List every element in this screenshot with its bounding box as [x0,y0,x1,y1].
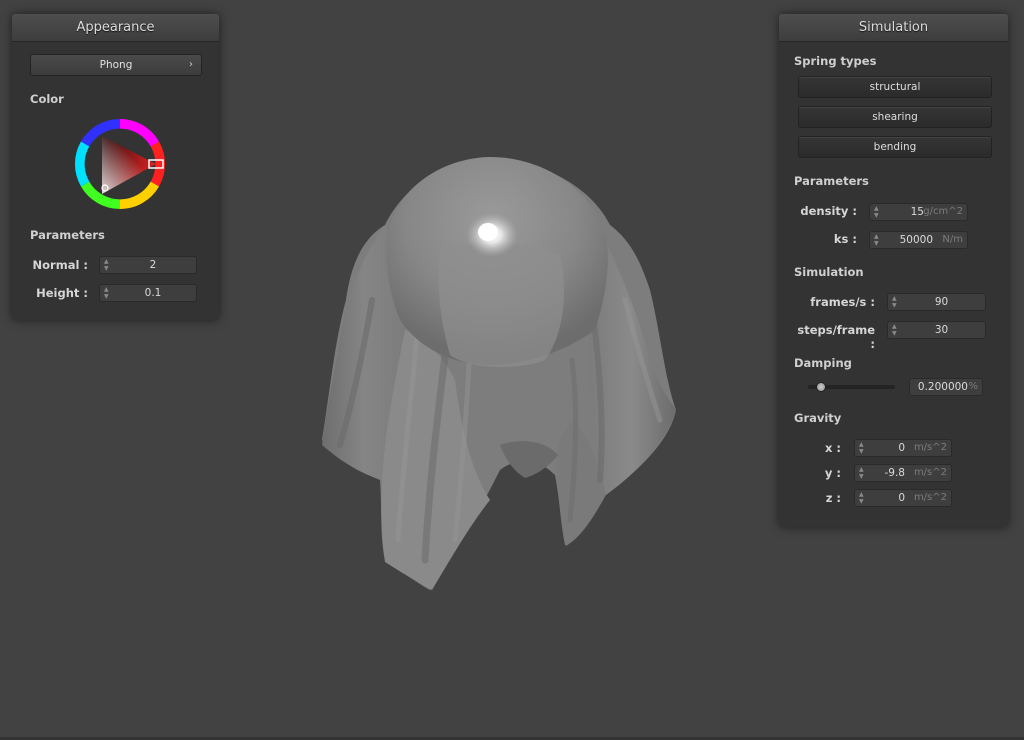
height-label: Height : [36,286,88,300]
density-input[interactable]: ▲ ▼ 15 g/cm^2 [869,203,968,221]
steps-per-frame-input[interactable]: ▲ ▼ 30 [887,321,986,339]
frames-per-second-value: 90 [934,296,949,308]
color-wheel[interactable] [72,116,168,212]
steps-per-frame-label: steps/frame : [797,323,875,351]
gravity-y-unit: m/s^2 [913,467,947,478]
gravity-z-input[interactable]: ▲ ▼ 0 m/s^2 [854,489,952,507]
gravity-x-input[interactable]: ▲ ▼ 0 m/s^2 [854,439,952,457]
shader-dropdown[interactable]: Phong › [30,54,202,76]
density-label: density : [800,204,857,218]
damping-value: 0.200000 [917,381,968,393]
bending-toggle[interactable]: bending [798,136,992,158]
spinner-icon[interactable]: ▲ ▼ [874,233,879,247]
gravity-x-unit: m/s^2 [913,442,947,453]
damping-label: Damping [794,356,852,370]
appearance-panel-title: Appearance [12,14,219,42]
spinner-icon[interactable]: ▲ ▼ [859,441,864,455]
density-value: 15 [910,206,924,218]
gravity-y-label: y : [824,466,841,480]
shader-dropdown-value: Phong [99,59,133,71]
chevron-right-icon: › [189,59,193,70]
spinner-icon[interactable]: ▲ ▼ [104,258,109,272]
gravity-x-label: x : [824,441,841,455]
spinner-icon[interactable]: ▲ ▼ [874,205,879,219]
simulation-panel: Simulation Spring types structural shear… [779,14,1008,527]
spring-types-label: Spring types [794,54,877,68]
structural-toggle[interactable]: structural [798,76,992,98]
gravity-x-value: 0 [898,442,905,454]
normal-label: Normal : [32,258,88,272]
damping-slider-handle[interactable] [815,382,826,392]
simulation-parameters-label: Parameters [794,174,869,188]
ks-label: ks : [833,232,857,246]
simulation-panel-title: Simulation [779,14,1008,42]
color-section-label: Color [30,92,64,106]
ks-value: 50000 [899,234,933,246]
gravity-y-value: -9.8 [884,467,906,479]
gravity-y-input[interactable]: ▲ ▼ -9.8 m/s^2 [854,464,952,482]
steps-per-frame-value: 30 [934,324,949,336]
ks-unit: N/m [942,234,963,245]
appearance-panel: Appearance Phong › Color Parameters Norm… [12,14,219,320]
gravity-label: Gravity [794,411,842,425]
ks-input[interactable]: ▲ ▼ 50000 N/m [869,231,968,249]
height-input[interactable]: ▲ ▼ 0.1 [99,284,197,302]
spinner-icon[interactable]: ▲ ▼ [859,491,864,505]
damping-input[interactable]: 0.200000 % [909,378,983,396]
appearance-parameters-label: Parameters [30,228,105,242]
shearing-toggle[interactable]: shearing [798,106,992,128]
spinner-icon[interactable]: ▲ ▼ [104,286,109,300]
spinner-icon[interactable]: ▲ ▼ [892,323,897,337]
normal-value: 2 [149,259,157,271]
gravity-z-label: z : [825,491,841,505]
normal-input[interactable]: ▲ ▼ 2 [99,256,197,274]
height-value: 0.1 [144,287,162,299]
gravity-z-value: 0 [898,492,905,504]
damping-unit: % [968,381,978,392]
specular-highlight-core [478,223,498,241]
frames-per-second-label: frames/s : [810,295,875,309]
sphere-dome [386,157,608,367]
gravity-z-unit: m/s^2 [913,492,947,503]
simulation-section-label: Simulation [794,265,864,279]
spinner-icon[interactable]: ▲ ▼ [859,466,864,480]
spinner-icon[interactable]: ▲ ▼ [892,295,897,309]
frames-per-second-input[interactable]: ▲ ▼ 90 [887,293,986,311]
density-unit: g/cm^2 [923,206,963,217]
